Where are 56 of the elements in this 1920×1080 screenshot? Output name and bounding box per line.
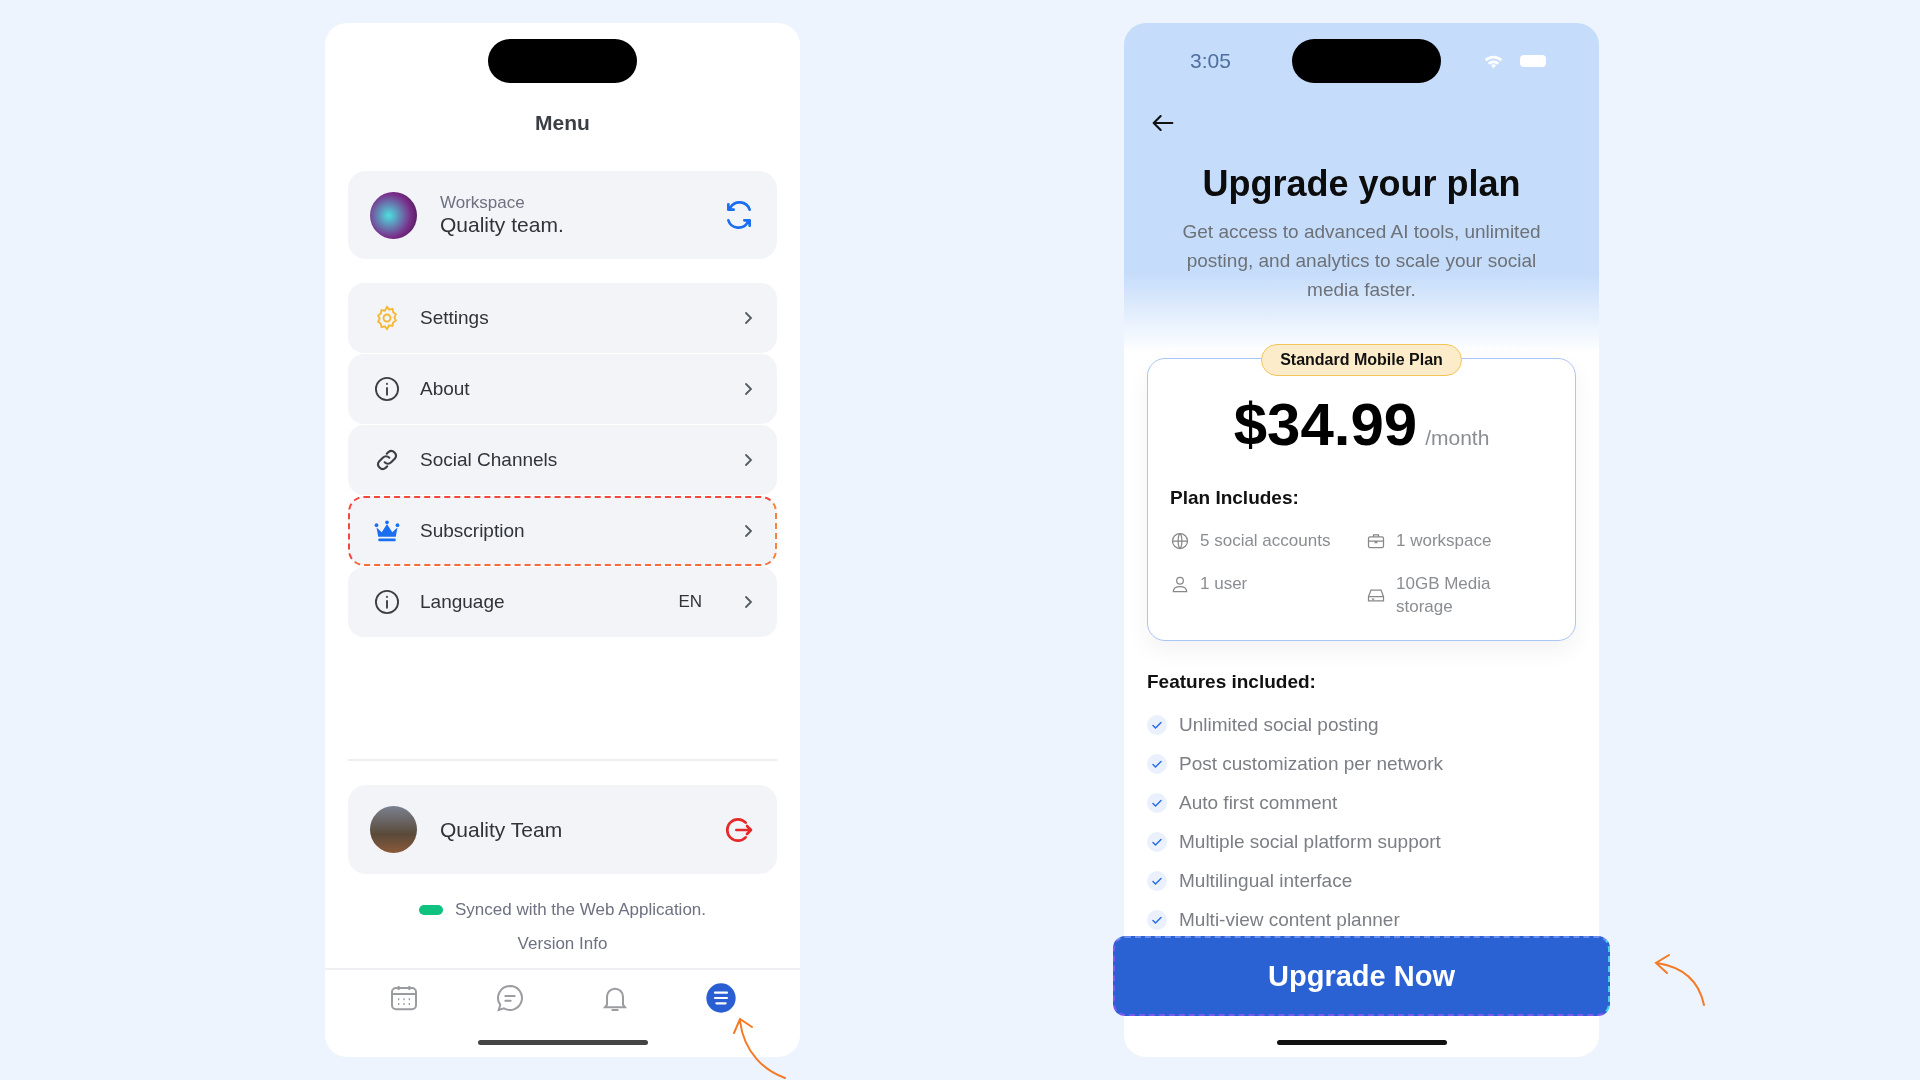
plan-feature-text: 10GB Media storage: [1396, 573, 1492, 618]
status-time: 3:05: [1190, 49, 1232, 73]
tab-bar-item[interactable]: [705, 982, 738, 1014]
battery-icon: [1520, 55, 1546, 67]
screen-title: Menu: [534, 111, 591, 135]
version-info-link[interactable]: Version Info: [517, 934, 608, 954]
workspace-name: Quality team.: [440, 213, 565, 237]
menu-item[interactable]: Language EN: [348, 567, 777, 637]
menu-item-label: Language: [420, 591, 506, 613]
plan-price: $34.99: [1233, 390, 1418, 459]
chevron-right-icon: [743, 452, 753, 468]
chevron-right-icon: [743, 381, 753, 397]
menu-item-label: Settings: [420, 307, 490, 329]
profile-name: Quality Team: [440, 817, 564, 842]
check-icon: [1147, 871, 1167, 891]
plan-feature-text: 1 user: [1200, 573, 1248, 595]
plan-name-badge: Standard Mobile Plan: [1261, 344, 1462, 376]
chevron-right-icon: [743, 310, 753, 326]
page-title: Upgrade your plan: [1201, 163, 1522, 205]
upgrade-now-button[interactable]: Upgrade Now: [1113, 936, 1610, 1016]
workspace-card[interactable]: Workspace Quality team.: [348, 171, 777, 259]
check-icon: [1147, 715, 1167, 735]
feature-text: Multiple social platform support: [1179, 830, 1441, 854]
plan-feature-text: 5 social accounts: [1200, 530, 1331, 552]
check-icon: [1147, 754, 1167, 774]
feature-text: Multi-view content planner: [1179, 908, 1400, 932]
menu-item[interactable]: Social Channels: [348, 425, 777, 495]
feature-text: Post customization per network: [1179, 752, 1443, 776]
workspace-label: Workspace: [440, 193, 526, 213]
plan-feature-text: 1 workspace: [1396, 530, 1492, 552]
menu-item-label: About: [420, 378, 471, 400]
menu-item[interactable]: Subscription: [348, 496, 777, 566]
check-icon: [1147, 832, 1167, 852]
section-heading: Features included:: [1147, 671, 1317, 693]
chevron-right-icon: [743, 594, 753, 610]
check-icon: [1147, 793, 1167, 813]
info-icon: [373, 375, 401, 403]
feature-text: Multilingual interface: [1179, 869, 1353, 893]
globe-icon: [1170, 530, 1190, 551]
feature-text: Unlimited social posting: [1179, 713, 1379, 737]
chevron-right-icon: [743, 523, 753, 539]
section-heading: Plan Includes:: [1170, 487, 1300, 509]
language-value: EN: [678, 592, 702, 612]
sync-status-text: Synced with the Web Application.: [454, 900, 707, 920]
avatar-photo-placeholder: [370, 806, 417, 853]
menu-item[interactable]: About: [348, 354, 777, 424]
info-icon: [373, 588, 401, 616]
avatar-photo-placeholder: [370, 191, 417, 239]
menu-item[interactable]: Settings: [348, 283, 777, 353]
menu-item-label: Subscription: [420, 520, 526, 542]
check-icon: [1147, 910, 1167, 930]
feature-text: Auto first comment: [1179, 791, 1338, 815]
sync-status-indicator: [418, 905, 443, 915]
price-period: /month: [1425, 426, 1490, 450]
menu-item-label: Social Channels: [420, 449, 559, 471]
page-description: Get access to advanced AI tools, unlimited posting, and analytics to scale your social media faster.: [1181, 220, 1542, 302]
